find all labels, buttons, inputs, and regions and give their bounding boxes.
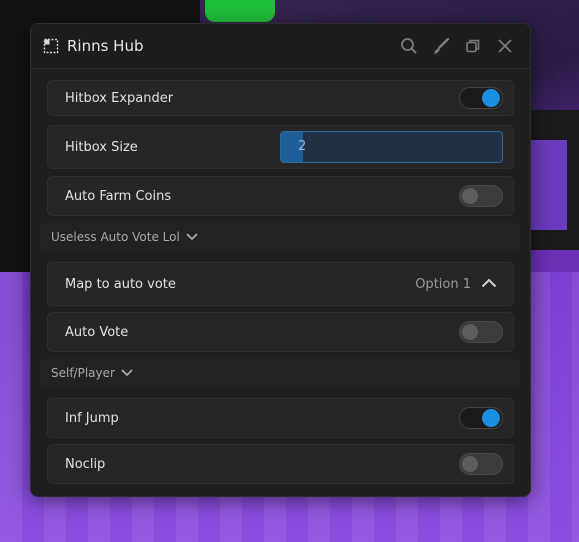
grid-icon [43, 38, 59, 54]
window-title: Rinns Hub [67, 37, 144, 55]
dropdown-selected-value: Option 1 [415, 276, 471, 292]
inf-jump-label: Inf Jump [65, 410, 119, 426]
brush-icon[interactable] [430, 35, 452, 57]
chevron-down-icon [186, 230, 198, 244]
scroll-content[interactable]: Hitbox Expander Hitbox Size 2 Auto Farm … [31, 69, 530, 496]
close-icon[interactable] [494, 35, 516, 57]
search-icon[interactable] [398, 35, 420, 57]
toggle-knob [462, 324, 478, 340]
toggle-knob [462, 456, 478, 472]
toggle-knob [482, 89, 500, 107]
auto-farm-coins-label: Auto Farm Coins [65, 188, 172, 204]
section-useless-auto-vote[interactable]: Useless Auto Vote Lol [41, 222, 520, 252]
toggle-knob [482, 409, 500, 427]
section-title: Useless Auto Vote Lol [51, 230, 180, 244]
hitbox-expander-label: Hitbox Expander [65, 90, 174, 106]
chevron-up-icon[interactable] [481, 277, 497, 292]
restore-icon[interactable] [462, 35, 484, 57]
hitbox-expander-toggle[interactable] [459, 87, 503, 109]
section-title: Self/Player [51, 366, 115, 380]
hitbox-size-slider[interactable]: 2 [280, 131, 503, 163]
hub-window: Rinns Hub Hitbox Expander Hitbox Size 2 [30, 23, 531, 497]
auto-farm-coins-toggle[interactable] [459, 185, 503, 207]
hitbox-expander-row[interactable]: Hitbox Expander [47, 80, 514, 116]
inf-jump-row[interactable]: Inf Jump [47, 398, 514, 438]
map-to-auto-vote-row[interactable]: Map to auto vote Option 1 [47, 262, 514, 306]
inf-jump-toggle[interactable] [459, 407, 503, 429]
auto-vote-row[interactable]: Auto Vote [47, 312, 514, 352]
chevron-down-icon [121, 366, 133, 380]
toggle-knob [462, 188, 478, 204]
background-green-object [205, 0, 275, 22]
background-blocks-purple [527, 140, 567, 230]
noclip-row[interactable]: Noclip [47, 444, 514, 484]
section-self-player[interactable]: Self/Player [41, 358, 520, 388]
hitbox-size-label: Hitbox Size [65, 139, 138, 155]
noclip-toggle[interactable] [459, 453, 503, 475]
noclip-label: Noclip [65, 456, 106, 472]
map-to-auto-vote-label: Map to auto vote [65, 276, 176, 292]
slider-value: 2 [298, 139, 307, 154]
auto-vote-toggle[interactable] [459, 321, 503, 343]
title-bar[interactable]: Rinns Hub [31, 24, 530, 69]
auto-vote-label: Auto Vote [65, 324, 129, 340]
hitbox-size-row: Hitbox Size 2 [47, 125, 514, 169]
auto-farm-coins-row[interactable]: Auto Farm Coins [47, 176, 514, 216]
